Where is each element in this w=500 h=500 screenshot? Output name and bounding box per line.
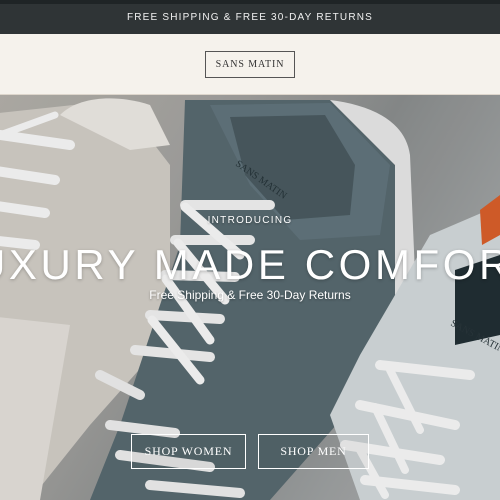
hero-subheadline: Free Shipping & Free 30-Day Returns bbox=[149, 288, 351, 302]
site-header: SANS MATIN bbox=[0, 34, 500, 95]
announcement-text: FREE SHIPPING & FREE 30-DAY RETURNS bbox=[126, 11, 374, 23]
hero-section: SANS MATIN SANS MATIN INTRODUCING LUXURY… bbox=[0, 95, 500, 500]
shop-men-button[interactable]: SHOP MEN bbox=[258, 434, 369, 469]
announcement-bar: FREE SHIPPING & FREE 30-DAY RETURNS bbox=[0, 0, 500, 34]
brand-logo[interactable]: SANS MATIN bbox=[204, 50, 296, 78]
hero-kicker: INTRODUCING bbox=[207, 215, 293, 226]
hero-headline: LUXURY MADE COMFORTABLE bbox=[0, 241, 500, 288]
shop-women-button[interactable]: SHOP WOMEN bbox=[131, 434, 246, 469]
